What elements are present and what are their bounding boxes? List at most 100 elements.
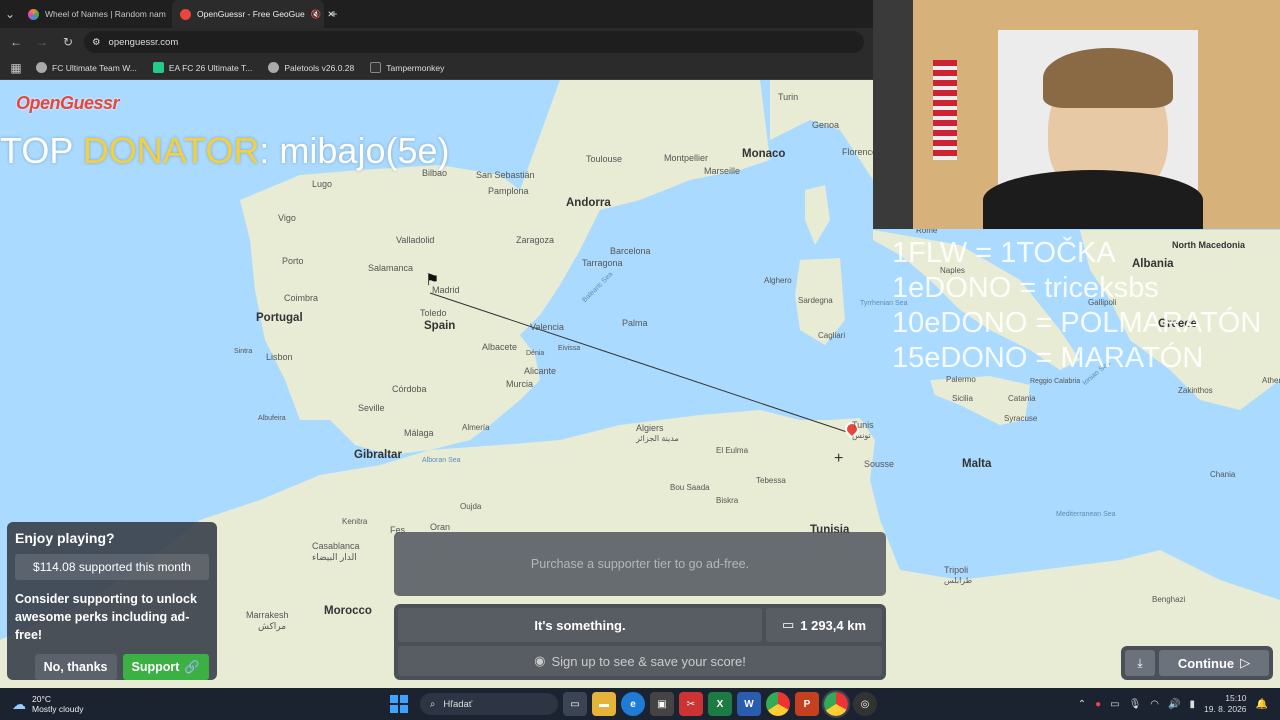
ruler-icon: ▭ — [781, 617, 795, 632]
excel-icon[interactable]: X — [708, 692, 732, 716]
new-tab-icon[interactable]: + — [324, 4, 344, 24]
map-label: Valencia — [530, 322, 564, 332]
bookmark-label: Tampermonkey — [386, 62, 445, 73]
continue-button[interactable]: Continue ▷ — [1159, 650, 1269, 676]
support-promo-panel: Enjoy playing? $114.08 supported this mo… — [7, 522, 217, 680]
map-label: تونس — [852, 431, 871, 440]
map-label: Almería — [462, 423, 490, 432]
powerpoint-icon[interactable]: P — [795, 692, 819, 716]
map-label: Albacete — [482, 342, 518, 352]
globe-icon — [268, 62, 280, 73]
map-label: Coimbra — [284, 293, 319, 303]
stream-rule: 1eDONO = triceksbs — [892, 272, 1159, 304]
donator-highlight: DONATOR — [82, 130, 260, 171]
clock[interactable]: 15:10 19. 8. 2026 — [1204, 693, 1247, 715]
map-label: Vigo — [278, 213, 296, 223]
map-label: Tebessa — [756, 476, 786, 485]
link-icon: 🔗 — [184, 659, 200, 674]
microphone-icon[interactable]: 🎙 — [1129, 699, 1142, 710]
snipping-tool-icon[interactable]: ✂ — [679, 692, 703, 716]
url-input[interactable]: ⚙ openguessr.com — [84, 31, 864, 53]
taskbar-search[interactable]: ⌕ Hľadať — [420, 693, 558, 715]
chrome-active-icon[interactable] — [822, 690, 850, 718]
supported-amount: $114.08 supported this month — [15, 554, 209, 580]
support-label: Support — [131, 660, 180, 674]
continue-panel: ⤓ Continue ▷ — [1121, 646, 1273, 680]
tab-list-chevron-icon[interactable]: ⌄ — [0, 4, 20, 24]
cloud-icon: ☁ — [12, 695, 26, 712]
weather-widget[interactable]: ☁ 20°C Mostly cloudy — [0, 694, 390, 714]
map-label: مدينة الجزائر — [636, 434, 679, 443]
apps-grid-icon[interactable]: ▦ — [6, 58, 26, 78]
notifications-icon[interactable]: 🔔 — [1256, 699, 1268, 710]
date: 19. 8. 2026 — [1204, 704, 1247, 714]
map-label: Tunis — [852, 420, 874, 430]
word-icon[interactable]: W — [737, 692, 761, 716]
reload-icon[interactable]: ↻ — [58, 32, 78, 52]
tray-chevron-icon[interactable]: ⌃ — [1078, 699, 1086, 710]
continue-label: Continue — [1177, 655, 1235, 671]
openguessr-logo[interactable]: OpenGuessr — [16, 93, 120, 114]
task-view-icon[interactable]: ▭ — [563, 692, 587, 716]
map-label: Cagliari — [818, 331, 846, 340]
map-label: Murcia — [506, 379, 534, 389]
donator-name: : mibajo(5e) — [259, 130, 450, 171]
map-label: Reggio Calabria — [1030, 378, 1081, 385]
tab-wheel-of-names[interactable]: Wheel of Names | Random nam ✕ — [20, 0, 179, 28]
no-thanks-button[interactable]: No, thanks — [34, 654, 117, 680]
map-label: الدار البيضاء — [312, 552, 357, 562]
file-explorer-icon[interactable]: ▬ — [592, 692, 616, 716]
map-label: Porto — [282, 256, 304, 266]
play-arrow-icon: ▷ — [1240, 655, 1251, 670]
tray-app-icon[interactable]: ● — [1095, 699, 1101, 710]
map-label: Pamplona — [488, 186, 529, 196]
map-label: El Eulma — [716, 446, 749, 455]
map-label: Portugal — [256, 312, 303, 324]
map-label: Oran — [430, 522, 451, 532]
chrome-icon[interactable] — [766, 692, 790, 716]
bookmark-fc-ultimate[interactable]: FC Ultimate Team W... — [30, 62, 143, 73]
edge-icon[interactable]: e — [621, 692, 645, 716]
map-label: Zaragoza — [516, 235, 555, 245]
time: 15:10 — [1225, 693, 1247, 703]
tab-openguessr[interactable]: OpenGuessr - Free GeoGue 🔇 ✕ — [172, 0, 334, 28]
store-icon[interactable]: ▣ — [650, 692, 674, 716]
windows-start-icon[interactable] — [390, 695, 408, 713]
openguessr-favicon-icon — [180, 8, 191, 20]
signup-button[interactable]: ◉ Sign up to see & save your score! — [398, 646, 882, 676]
map-label: Chania — [1210, 470, 1236, 479]
download-icon: ⤓ — [1137, 655, 1143, 670]
wifi-icon[interactable]: ◠ — [1150, 699, 1159, 710]
map-label: Marseille — [704, 166, 741, 176]
map-label: Sintra — [234, 348, 253, 355]
back-icon[interactable]: ← — [6, 32, 26, 52]
forward-icon[interactable]: → — [32, 32, 52, 52]
windows-taskbar: ☁ 20°C Mostly cloudy ⌕ Hľadať ▭ ▬ e ▣ ✂ X … — [0, 688, 1280, 720]
bookmark-ea-fc[interactable]: EA FC 26 Ultimate T... — [147, 62, 258, 73]
webcam-feed — [873, 0, 1280, 229]
map-label: Benghazi — [1152, 595, 1186, 604]
ad-banner[interactable]: Purchase a supporter tier to go ad-free. — [394, 532, 886, 596]
map-label: Gibraltar — [354, 449, 402, 461]
obs-icon[interactable]: ◎ — [853, 692, 877, 716]
volume-icon[interactable]: 🔊 — [1168, 699, 1180, 710]
map-label: Casablanca — [312, 541, 360, 551]
top-donator-banner: TOP DONATOR: mibajo(5e) — [0, 130, 449, 172]
bookmark-tampermonkey[interactable]: Tampermonkey — [364, 62, 450, 73]
bookmark-paletools[interactable]: Paletools v26.0.28 — [262, 62, 360, 73]
map-label: Alicante — [524, 366, 557, 376]
temperature: 20°C — [32, 694, 51, 704]
map-label: Tarragona — [582, 258, 623, 268]
mute-tab-icon[interactable]: 🔇 — [311, 9, 322, 20]
stream-rule: 10eDONO = POLMARATÓN — [892, 307, 1262, 339]
download-button[interactable]: ⤓ — [1125, 650, 1155, 676]
battery-icon[interactable]: ▮ — [1189, 699, 1195, 710]
support-button[interactable]: Support 🔗 — [122, 654, 209, 680]
webcam-person-shirt — [983, 170, 1203, 229]
map-label: San Sebastián — [476, 170, 535, 180]
map-label: Turin — [778, 92, 799, 102]
map-label: Salamanca — [368, 263, 414, 273]
network-icon[interactable]: ▭ — [1110, 699, 1119, 710]
site-info-icon[interactable]: ⚙ — [92, 37, 101, 48]
user-icon: ◉ — [534, 653, 546, 668]
